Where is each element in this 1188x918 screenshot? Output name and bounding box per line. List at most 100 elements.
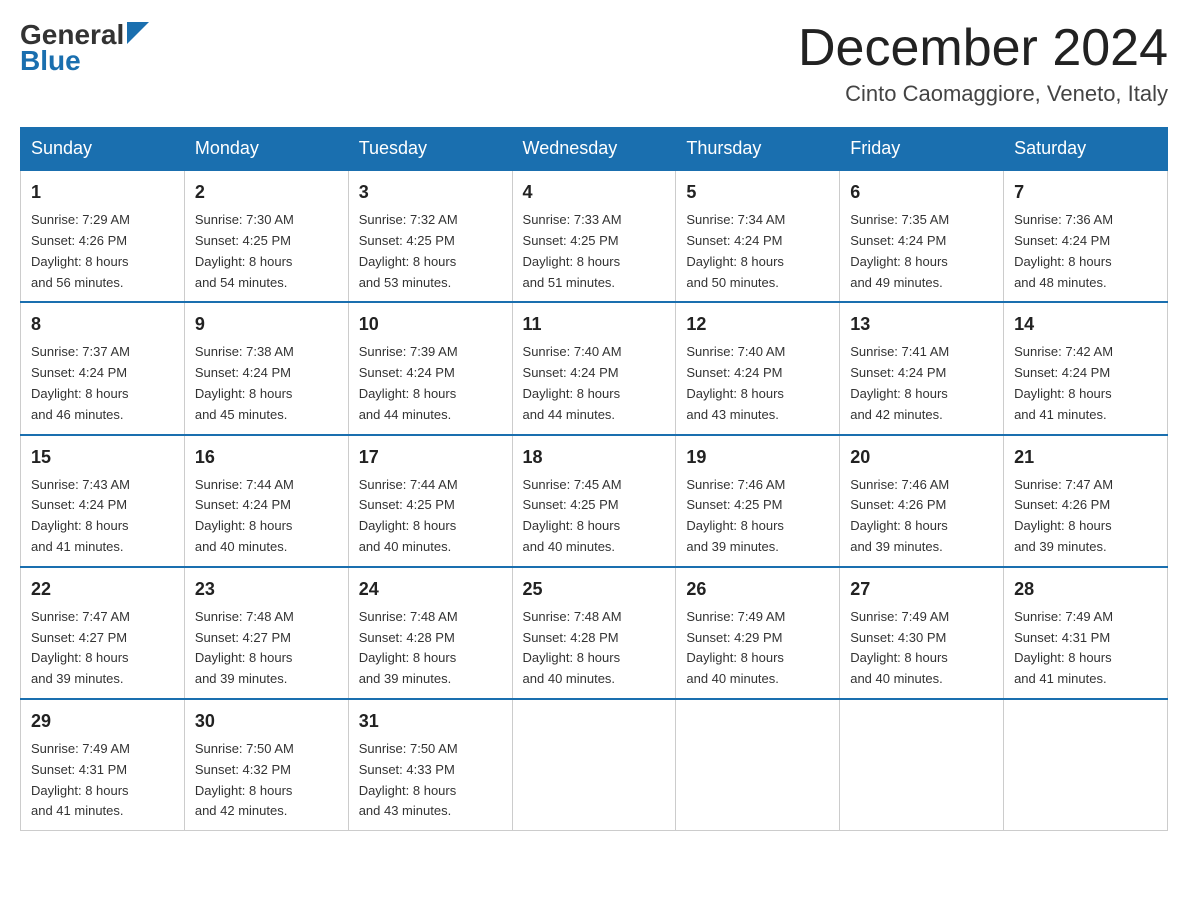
calendar-cell: 14Sunrise: 7:42 AMSunset: 4:24 PMDayligh… <box>1004 302 1168 434</box>
calendar-week-row: 29 Sunrise: 7:49 AMSunset: 4:31 PMDayligh… <box>21 699 1168 831</box>
calendar-cell: 30 Sunrise: 7:50 AMSunset: 4:32 PMDayligh… <box>184 699 348 831</box>
month-title: December 2024 <box>798 20 1168 77</box>
calendar-cell: 11 Sunrise: 7:40 AMSunset: 4:24 PMDayligh… <box>512 302 676 434</box>
calendar-cell: 18 Sunrise: 7:45 AMSunset: 4:25 PMDayligh… <box>512 435 676 567</box>
day-info: Sunrise: 7:37 AMSunset: 4:24 PMDaylight:… <box>31 342 174 425</box>
day-number: 3 <box>359 179 502 206</box>
calendar-cell: 19Sunrise: 7:46 AMSunset: 4:25 PMDayligh… <box>676 435 840 567</box>
day-number: 15 <box>31 444 174 471</box>
calendar-cell: 21 Sunrise: 7:47 AMSunset: 4:26 PMDayligh… <box>1004 435 1168 567</box>
calendar-cell: 7Sunrise: 7:36 AMSunset: 4:24 PMDaylight… <box>1004 170 1168 302</box>
day-info: Sunrise: 7:33 AMSunset: 4:25 PMDaylight:… <box>523 210 666 293</box>
day-number: 16 <box>195 444 338 471</box>
day-info: Sunrise: 7:47 AMSunset: 4:26 PMDaylight:… <box>1014 475 1157 558</box>
day-info: Sunrise: 7:46 AMSunset: 4:26 PMDaylight:… <box>850 475 993 558</box>
day-number: 31 <box>359 708 502 735</box>
day-info: Sunrise: 7:48 AMSunset: 4:28 PMDaylight:… <box>359 607 502 690</box>
calendar-cell: 17 Sunrise: 7:44 AMSunset: 4:25 PMDayligh… <box>348 435 512 567</box>
col-header-tuesday: Tuesday <box>348 128 512 171</box>
day-number: 6 <box>850 179 993 206</box>
calendar-header-row: SundayMondayTuesdayWednesdayThursdayFrid… <box>21 128 1168 171</box>
calendar-cell: 1 Sunrise: 7:29 AMSunset: 4:26 PMDaylight… <box>21 170 185 302</box>
col-header-friday: Friday <box>840 128 1004 171</box>
calendar-table: SundayMondayTuesdayWednesdayThursdayFrid… <box>20 127 1168 831</box>
day-info: Sunrise: 7:49 AMSunset: 4:29 PMDaylight:… <box>686 607 829 690</box>
calendar-cell: 28 Sunrise: 7:49 AMSunset: 4:31 PMDayligh… <box>1004 567 1168 699</box>
day-info: Sunrise: 7:30 AMSunset: 4:25 PMDaylight:… <box>195 210 338 293</box>
calendar-cell: 15 Sunrise: 7:43 AMSunset: 4:24 PMDayligh… <box>21 435 185 567</box>
day-number: 24 <box>359 576 502 603</box>
day-number: 26 <box>686 576 829 603</box>
day-number: 5 <box>686 179 829 206</box>
calendar-cell: 3 Sunrise: 7:32 AMSunset: 4:25 PMDaylight… <box>348 170 512 302</box>
calendar-cell: 20 Sunrise: 7:46 AMSunset: 4:26 PMDayligh… <box>840 435 1004 567</box>
calendar-cell: 13 Sunrise: 7:41 AMSunset: 4:24 PMDayligh… <box>840 302 1004 434</box>
calendar-cell: 23 Sunrise: 7:48 AMSunset: 4:27 PMDayligh… <box>184 567 348 699</box>
calendar-cell: 2 Sunrise: 7:30 AMSunset: 4:25 PMDaylight… <box>184 170 348 302</box>
day-number: 2 <box>195 179 338 206</box>
calendar-cell: 10Sunrise: 7:39 AMSunset: 4:24 PMDayligh… <box>348 302 512 434</box>
day-info: Sunrise: 7:42 AMSunset: 4:24 PMDaylight:… <box>1014 342 1157 425</box>
day-number: 18 <box>523 444 666 471</box>
calendar-cell: 9 Sunrise: 7:38 AMSunset: 4:24 PMDaylight… <box>184 302 348 434</box>
day-info: Sunrise: 7:29 AMSunset: 4:26 PMDaylight:… <box>31 210 174 293</box>
col-header-saturday: Saturday <box>1004 128 1168 171</box>
day-info: Sunrise: 7:48 AMSunset: 4:28 PMDaylight:… <box>523 607 666 690</box>
day-info: Sunrise: 7:44 AMSunset: 4:25 PMDaylight:… <box>359 475 502 558</box>
calendar-week-row: 8 Sunrise: 7:37 AMSunset: 4:24 PMDaylight… <box>21 302 1168 434</box>
day-number: 23 <box>195 576 338 603</box>
day-info: Sunrise: 7:46 AMSunset: 4:25 PMDaylight:… <box>686 475 829 558</box>
day-number: 13 <box>850 311 993 338</box>
calendar-cell: 6 Sunrise: 7:35 AMSunset: 4:24 PMDaylight… <box>840 170 1004 302</box>
col-header-thursday: Thursday <box>676 128 840 171</box>
calendar-cell <box>1004 699 1168 831</box>
logo: General Blue <box>20 20 149 77</box>
day-number: 11 <box>523 311 666 338</box>
day-number: 22 <box>31 576 174 603</box>
day-info: Sunrise: 7:44 AMSunset: 4:24 PMDaylight:… <box>195 475 338 558</box>
day-info: Sunrise: 7:40 AMSunset: 4:24 PMDaylight:… <box>523 342 666 425</box>
day-number: 17 <box>359 444 502 471</box>
day-info: Sunrise: 7:47 AMSunset: 4:27 PMDaylight:… <box>31 607 174 690</box>
col-header-monday: Monday <box>184 128 348 171</box>
day-number: 20 <box>850 444 993 471</box>
day-info: Sunrise: 7:50 AMSunset: 4:33 PMDaylight:… <box>359 739 502 822</box>
day-info: Sunrise: 7:50 AMSunset: 4:32 PMDaylight:… <box>195 739 338 822</box>
day-info: Sunrise: 7:43 AMSunset: 4:24 PMDaylight:… <box>31 475 174 558</box>
day-number: 10 <box>359 311 502 338</box>
calendar-cell: 24 Sunrise: 7:48 AMSunset: 4:28 PMDayligh… <box>348 567 512 699</box>
day-number: 27 <box>850 576 993 603</box>
day-number: 4 <box>523 179 666 206</box>
day-info: Sunrise: 7:32 AMSunset: 4:25 PMDaylight:… <box>359 210 502 293</box>
day-number: 28 <box>1014 576 1157 603</box>
col-header-sunday: Sunday <box>21 128 185 171</box>
day-number: 21 <box>1014 444 1157 471</box>
day-info: Sunrise: 7:48 AMSunset: 4:27 PMDaylight:… <box>195 607 338 690</box>
day-number: 30 <box>195 708 338 735</box>
day-number: 8 <box>31 311 174 338</box>
calendar-cell: 29 Sunrise: 7:49 AMSunset: 4:31 PMDayligh… <box>21 699 185 831</box>
day-info: Sunrise: 7:35 AMSunset: 4:24 PMDaylight:… <box>850 210 993 293</box>
day-info: Sunrise: 7:49 AMSunset: 4:31 PMDaylight:… <box>31 739 174 822</box>
day-info: Sunrise: 7:45 AMSunset: 4:25 PMDaylight:… <box>523 475 666 558</box>
calendar-cell: 31 Sunrise: 7:50 AMSunset: 4:33 PMDayligh… <box>348 699 512 831</box>
calendar-cell: 25 Sunrise: 7:48 AMSunset: 4:28 PMDayligh… <box>512 567 676 699</box>
day-info: Sunrise: 7:41 AMSunset: 4:24 PMDaylight:… <box>850 342 993 425</box>
logo-arrow-icon <box>127 22 149 44</box>
day-info: Sunrise: 7:38 AMSunset: 4:24 PMDaylight:… <box>195 342 338 425</box>
col-header-wednesday: Wednesday <box>512 128 676 171</box>
calendar-cell <box>676 699 840 831</box>
day-number: 25 <box>523 576 666 603</box>
calendar-week-row: 22 Sunrise: 7:47 AMSunset: 4:27 PMDayligh… <box>21 567 1168 699</box>
day-number: 1 <box>31 179 174 206</box>
logo-text-blue: Blue <box>20 45 81 77</box>
day-number: 12 <box>686 311 829 338</box>
title-block: December 2024 Cinto Caomaggiore, Veneto,… <box>798 20 1168 107</box>
calendar-cell: 8 Sunrise: 7:37 AMSunset: 4:24 PMDaylight… <box>21 302 185 434</box>
day-info: Sunrise: 7:49 AMSunset: 4:31 PMDaylight:… <box>1014 607 1157 690</box>
day-number: 7 <box>1014 179 1157 206</box>
calendar-cell: 16 Sunrise: 7:44 AMSunset: 4:24 PMDayligh… <box>184 435 348 567</box>
page-header: General Blue December 2024 Cinto Caomagg… <box>20 20 1168 107</box>
day-number: 9 <box>195 311 338 338</box>
day-number: 29 <box>31 708 174 735</box>
